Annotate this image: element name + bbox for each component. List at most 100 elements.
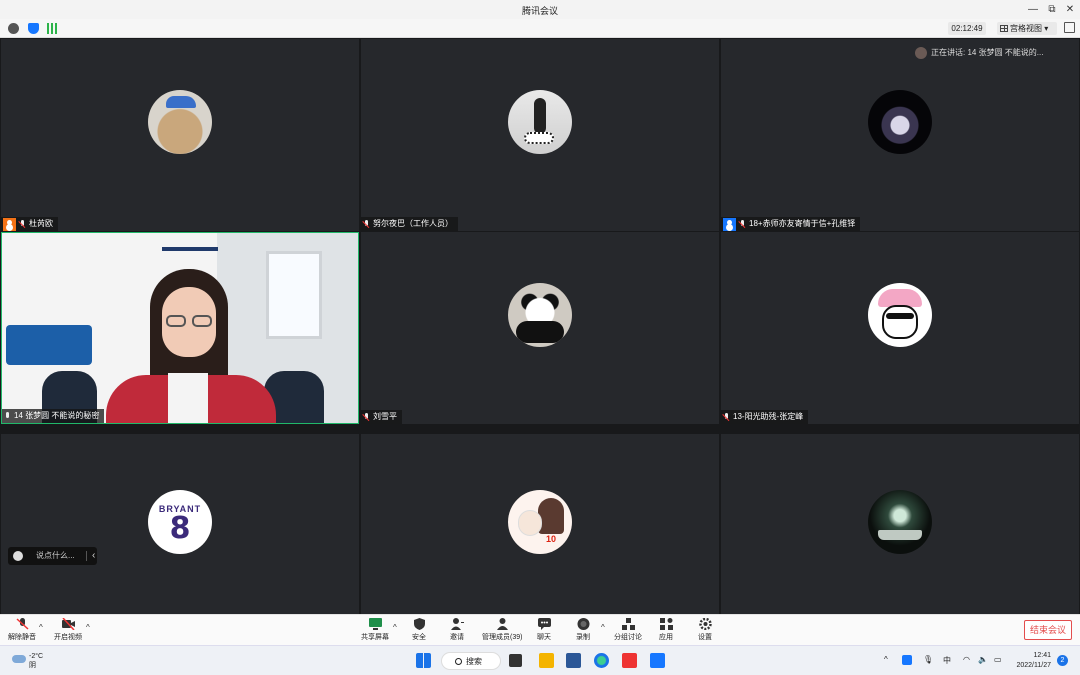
shield-icon[interactable] bbox=[28, 23, 39, 34]
start-icon[interactable] bbox=[416, 653, 431, 668]
security-button[interactable]: 安全 bbox=[412, 618, 426, 642]
microphone-icon[interactable]: 🎙 bbox=[923, 655, 933, 664]
close-button[interactable]: ✕ bbox=[1061, 2, 1079, 17]
chat-button[interactable]: 聊天 bbox=[537, 618, 551, 642]
tray-app-icon[interactable] bbox=[902, 655, 912, 665]
speaker-avatar bbox=[915, 47, 927, 59]
participant-tile[interactable]: BRYANT 8 bbox=[1, 434, 359, 626]
cohost-badge-icon bbox=[723, 217, 736, 231]
panda-body bbox=[516, 321, 564, 343]
fullscreen-icon[interactable] bbox=[1064, 22, 1075, 33]
ime-indicator[interactable]: 中 bbox=[943, 655, 951, 666]
end-meeting-button[interactable]: 结束会议 bbox=[1024, 620, 1072, 640]
chevron-left-icon[interactable]: ‹ bbox=[92, 547, 95, 565]
name-text: 杜芮欧 bbox=[29, 219, 53, 228]
task-view-icon[interactable] bbox=[509, 654, 522, 667]
invite-label: 邀请 bbox=[450, 634, 464, 641]
meeting-timer: 02:12:49 bbox=[948, 22, 986, 35]
record-icon bbox=[577, 618, 589, 630]
record-options-caret[interactable]: ^ bbox=[601, 623, 605, 632]
start-video-button[interactable]: 开启视频 bbox=[54, 618, 82, 642]
apps-button[interactable]: 应用 bbox=[659, 618, 673, 642]
settings-button[interactable]: 设置 bbox=[698, 618, 712, 642]
participant-name: 14 张梦圆 不能说的秘密 bbox=[2, 409, 105, 423]
participant-name: 18+赤师亦友寄情于信+孔维铎 bbox=[721, 217, 861, 231]
participant-tile[interactable]: 刘雪平 bbox=[361, 232, 719, 424]
breakout-button[interactable]: 分组讨论 bbox=[614, 618, 642, 642]
quick-chat-input[interactable]: 说点什么... ‹ bbox=[8, 547, 97, 565]
search-label: 搜索 bbox=[466, 657, 482, 666]
baby-face bbox=[518, 510, 542, 536]
share-screen-button[interactable]: 共享屏幕 bbox=[361, 618, 389, 642]
manage-members-button[interactable]: 管理成员(39) bbox=[482, 618, 522, 642]
participant-tile[interactable] bbox=[721, 434, 1079, 626]
wifi-icon[interactable]: ◠ bbox=[963, 655, 970, 664]
participant-tile[interactable]: 努尔夜巴（工作人员） bbox=[361, 39, 719, 231]
cap-shape bbox=[166, 96, 196, 108]
participant-tile[interactable]: 杜芮欧 bbox=[1, 39, 359, 231]
record-button[interactable]: 录制 bbox=[576, 618, 590, 642]
name-text: 18+赤师亦友寄情于信+孔维铎 bbox=[749, 219, 856, 228]
mic-muted-icon bbox=[739, 219, 746, 229]
unmute-label: 解除静音 bbox=[8, 634, 36, 641]
participant-name: 杜芮欧 bbox=[1, 217, 58, 231]
speaking-text: 正在讲话: 14 张梦圆 不能说的... bbox=[931, 48, 1044, 57]
girl-hair bbox=[538, 498, 564, 534]
participant-tile[interactable]: 18+赤师亦友寄情于信+孔维铎 bbox=[721, 39, 1079, 231]
tray-chevron-icon[interactable]: ^ bbox=[884, 655, 888, 664]
word-icon[interactable] bbox=[566, 653, 581, 668]
name-text: 刘雪平 bbox=[373, 412, 397, 421]
video-options-caret[interactable]: ^ bbox=[86, 623, 90, 632]
notification-badge[interactable]: 2 bbox=[1057, 655, 1068, 666]
weather-widget[interactable]: -2°C 阴 bbox=[12, 652, 43, 670]
audio-options-caret[interactable]: ^ bbox=[39, 623, 43, 632]
tencent-meeting-icon[interactable] bbox=[650, 653, 665, 668]
weather-desc: 阴 bbox=[29, 662, 36, 669]
share-options-caret[interactable]: ^ bbox=[393, 623, 397, 632]
temperature: -2°C bbox=[29, 653, 44, 660]
sunglasses bbox=[886, 313, 914, 319]
invite-button[interactable]: 邀请 bbox=[450, 618, 464, 642]
system-clock[interactable]: 12:41 2022/11/27 bbox=[1013, 651, 1051, 671]
participant-name: 13-阳光助残-张定峰 bbox=[721, 410, 809, 424]
participant-video-tile[interactable]: 14 张梦圆 不能说的秘密 bbox=[1, 232, 359, 424]
dog-shape bbox=[524, 132, 554, 144]
jersey-number: 8 bbox=[169, 511, 191, 546]
speaking-indicator: 正在讲话: 14 张梦圆 不能说的... bbox=[911, 44, 1043, 62]
view-switch-button[interactable]: 宫格视图 ▾ bbox=[997, 22, 1057, 35]
avatar bbox=[148, 90, 212, 154]
signal-icon[interactable] bbox=[47, 23, 58, 34]
taskbar-search[interactable]: 搜索 bbox=[441, 652, 501, 670]
participant-tile[interactable]: 10 bbox=[361, 434, 719, 626]
host-badge-icon bbox=[3, 217, 16, 231]
cloud-icon bbox=[12, 655, 26, 663]
sticker-number: 10 bbox=[546, 534, 557, 544]
unmute-button[interactable]: 解除静音 bbox=[8, 618, 36, 642]
battery-icon[interactable]: ▭ bbox=[994, 655, 1002, 664]
wps-icon[interactable] bbox=[622, 653, 637, 668]
sofa-shape bbox=[6, 325, 92, 365]
restore-button[interactable]: ⧉ bbox=[1043, 2, 1061, 17]
emoji-icon[interactable] bbox=[13, 551, 23, 561]
participant-tile[interactable]: ▸ 13-阳光助残-张定峰 bbox=[721, 232, 1079, 424]
book-shape bbox=[878, 530, 922, 540]
name-text: 努尔夜巴（工作人员） bbox=[373, 219, 453, 228]
name-text: 14 张梦圆 不能说的秘密 bbox=[14, 411, 100, 420]
edge-icon[interactable] bbox=[594, 653, 609, 668]
minimize-button[interactable]: — bbox=[1024, 2, 1042, 17]
apps-label: 应用 bbox=[659, 634, 673, 641]
meeting-toolbar: 02:12:49 宫格视图 ▾ bbox=[0, 19, 1080, 38]
file-explorer-icon[interactable] bbox=[539, 653, 554, 668]
divider bbox=[86, 551, 87, 561]
share-screen-label: 共享屏幕 bbox=[361, 634, 389, 641]
participant-name: 刘雪平 bbox=[361, 410, 402, 424]
name-text: 13-阳光助残-张定峰 bbox=[733, 412, 804, 421]
shield-icon bbox=[413, 618, 425, 630]
settings-label: 设置 bbox=[698, 634, 712, 641]
volume-icon[interactable]: 🔈 bbox=[978, 655, 988, 664]
chat-label: 聊天 bbox=[537, 634, 551, 641]
participant-name: 努尔夜巴（工作人员） bbox=[361, 217, 458, 231]
manage-members-label: 管理成员(39) bbox=[482, 634, 523, 641]
info-icon[interactable] bbox=[8, 23, 19, 34]
os-taskbar: -2°C 阴 搜索 ^ 🎙 中 ◠ 🔈 ▭ 12:41 2022/11/27 2 bbox=[0, 645, 1080, 675]
